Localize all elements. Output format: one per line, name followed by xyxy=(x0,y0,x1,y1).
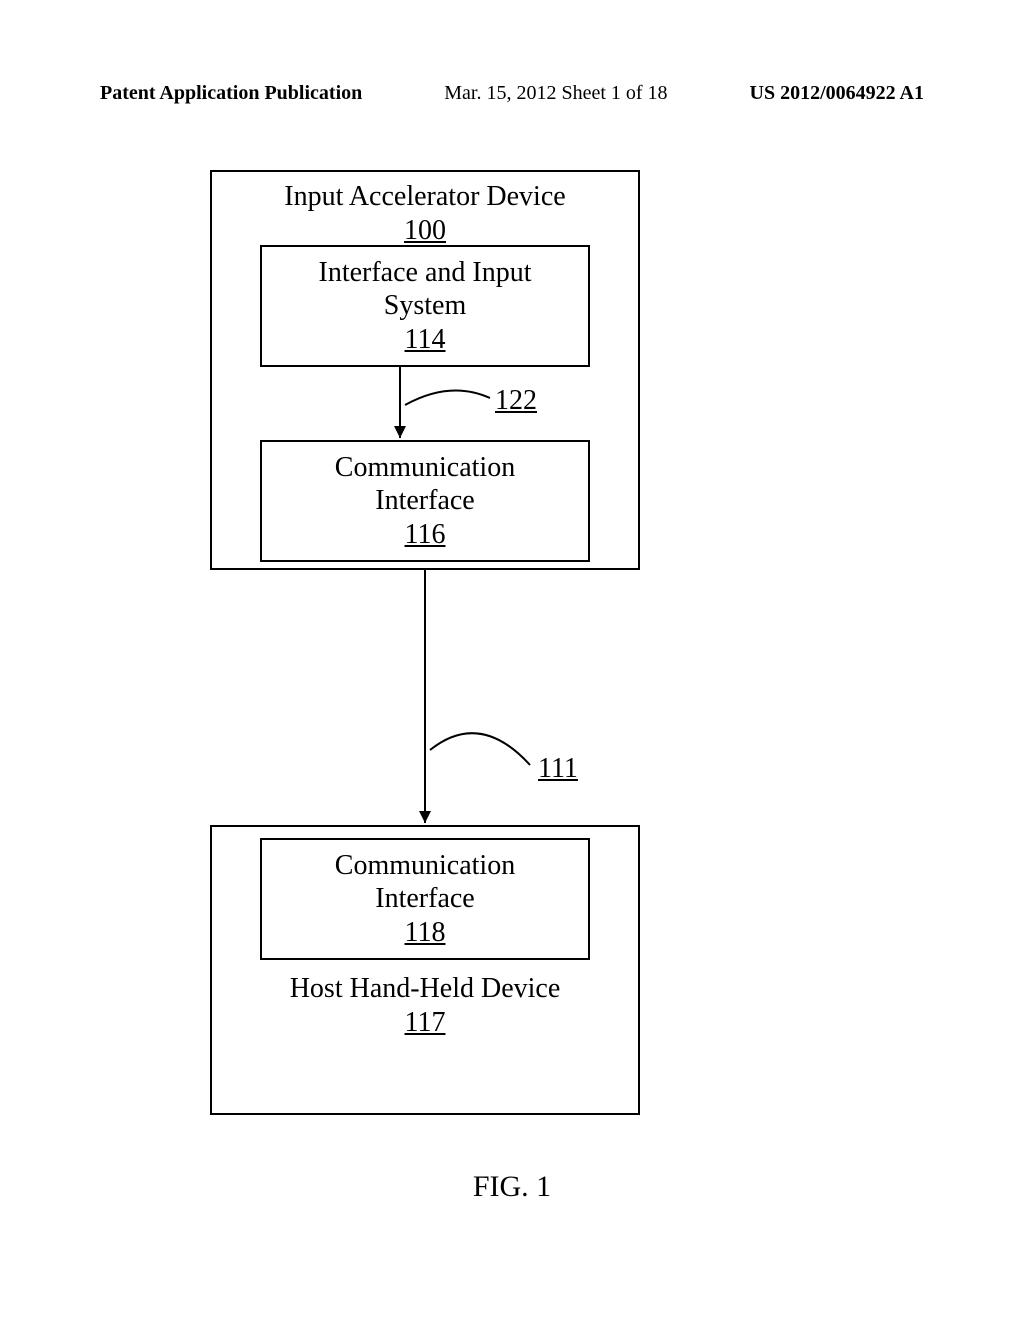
header-right: US 2012/0064922 A1 xyxy=(750,82,924,105)
box-c-ref: 116 xyxy=(262,518,588,552)
ref-111: 111 xyxy=(538,753,578,785)
box-e-title1: Communication xyxy=(262,849,588,883)
box-b-ref: 114 xyxy=(262,323,588,357)
figure-caption: FIG. 1 xyxy=(0,1170,1024,1204)
box-interface-input-system: Interface and Input System 114 xyxy=(260,245,590,367)
box-e-ref: 118 xyxy=(262,916,588,950)
box-a-title: Input Accelerator Device xyxy=(212,180,638,214)
header-mid: Mar. 15, 2012 Sheet 1 of 18 xyxy=(444,82,667,105)
box-c-title1: Communication xyxy=(262,451,588,485)
box-a-ref: 100 xyxy=(212,214,638,248)
header-left: Patent Application Publication xyxy=(100,82,362,105)
box-d-title: Host Hand-Held Device xyxy=(212,972,638,1006)
box-b-title1: Interface and Input xyxy=(262,256,588,290)
ref-122: 122 xyxy=(495,385,537,417)
box-comm-interface-lower: Communication Interface 118 xyxy=(260,838,590,960)
leader-111 xyxy=(430,733,530,765)
box-e-title2: Interface xyxy=(262,882,588,916)
box-d-ref: 117 xyxy=(212,1006,638,1040)
box-c-title2: Interface xyxy=(262,484,588,518)
box-b-title2: System xyxy=(262,289,588,323)
diagram-area: Input Accelerator Device 100 Interface a… xyxy=(0,150,1024,1250)
box-comm-interface-upper: Communication Interface 116 xyxy=(260,440,590,562)
